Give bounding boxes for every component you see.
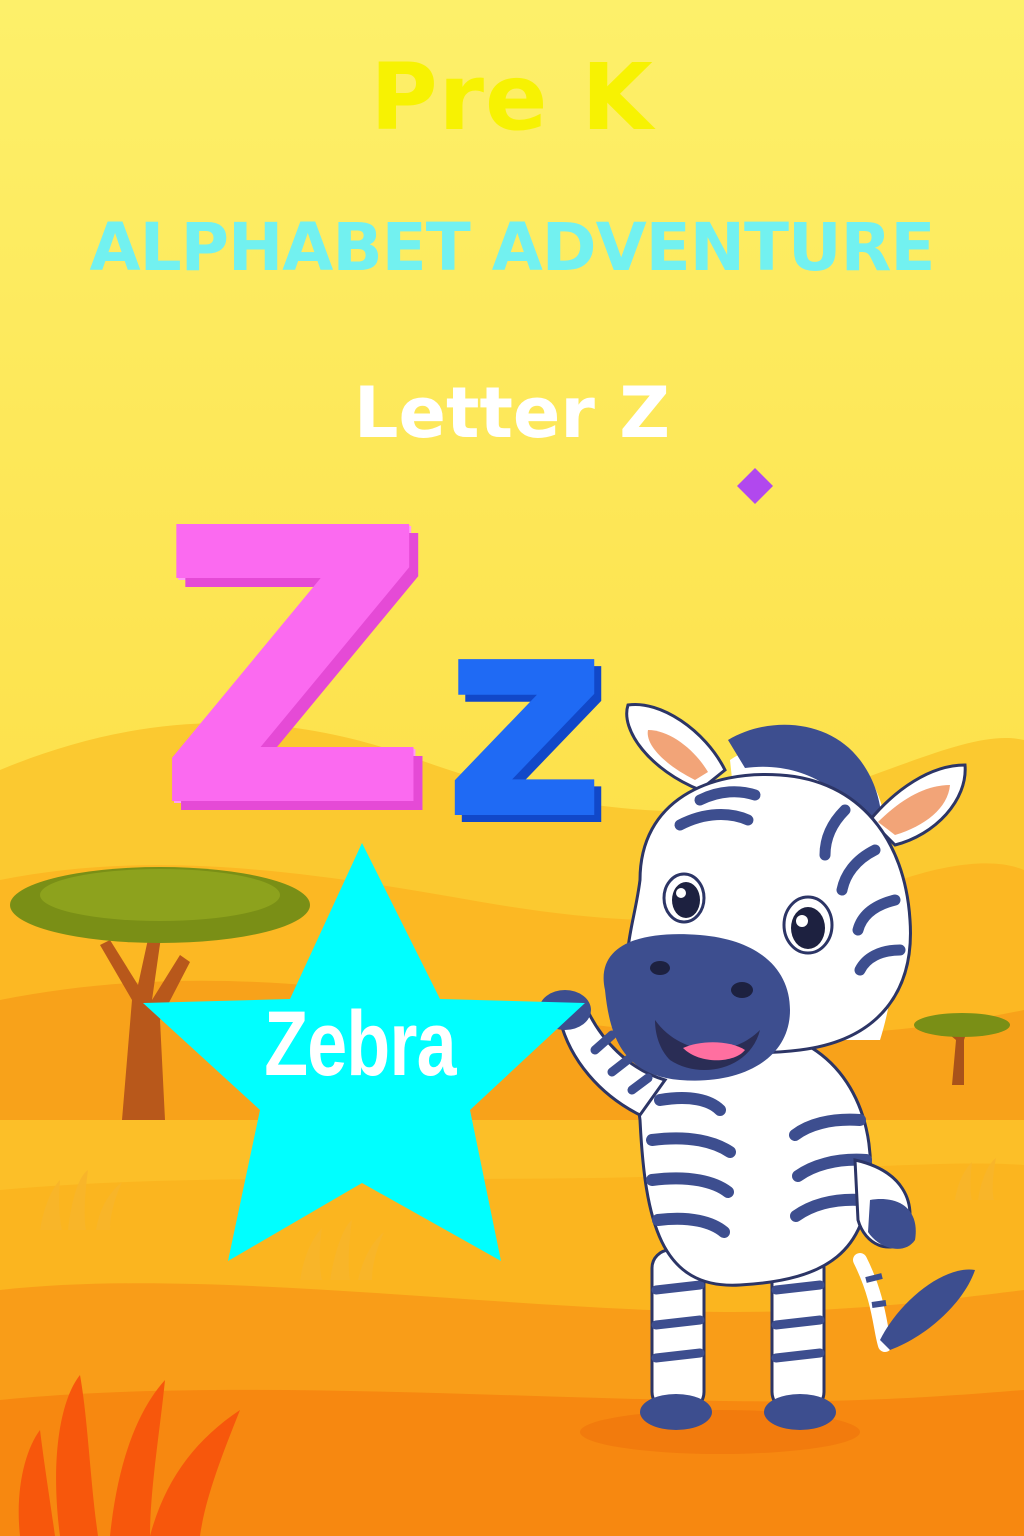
lowercase-letter: z bbox=[442, 551, 608, 883]
page-title: ALPHABET ADVENTURE bbox=[89, 209, 936, 286]
letter-heading: Letter Z bbox=[353, 372, 671, 454]
word-label: Zebra bbox=[264, 993, 456, 1095]
uppercase-letter: Z bbox=[155, 448, 431, 891]
level-title: Pre K bbox=[370, 44, 654, 151]
